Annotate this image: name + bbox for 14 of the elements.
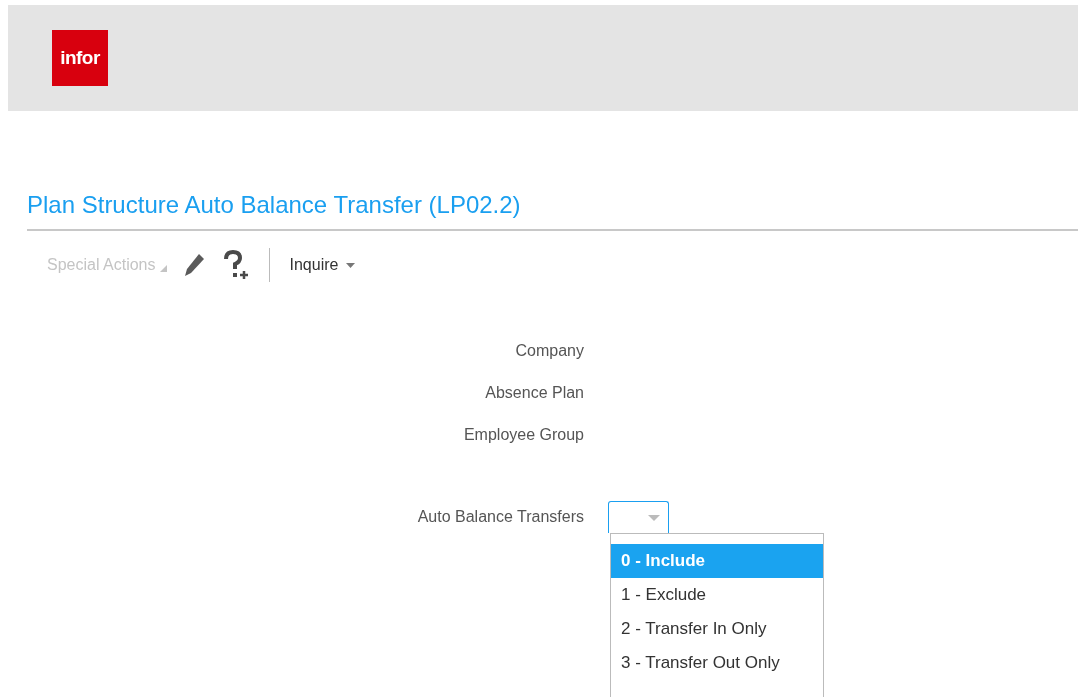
caret-icon (346, 262, 356, 268)
field-label: Company (514, 341, 584, 361)
logo: infor (52, 30, 108, 86)
caret-icon (648, 514, 660, 521)
field-label: Absence Plan (484, 383, 584, 403)
dropdown-option[interactable]: 2 - Transfer In Only (611, 612, 823, 646)
dropdown-option[interactable]: 3 - Transfer Out Only (611, 646, 823, 680)
field-label: Auto Balance Transfers (416, 507, 584, 527)
inquire-menu[interactable]: Inquire (289, 256, 356, 274)
caret-icon (159, 264, 167, 272)
page-title: Plan Structure Auto Balance Transfer (LP02.2) (27, 191, 1078, 231)
field-label: Employee Group (462, 425, 584, 445)
dropdown-option[interactable]: 1 - Exclude (611, 578, 823, 612)
dropdown-field[interactable] (608, 501, 669, 533)
